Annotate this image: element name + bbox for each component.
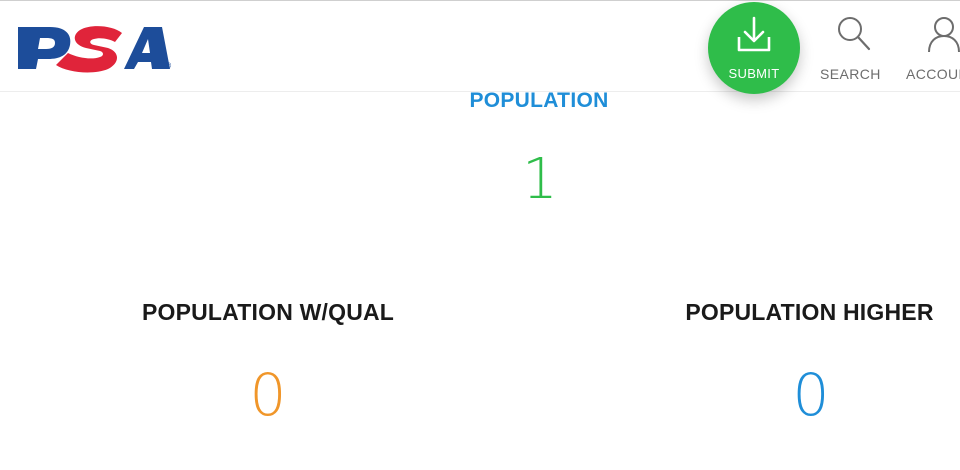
- population-qual-label: POPULATION W/QUAL: [141, 299, 395, 325]
- search-button[interactable]: SEARCH: [820, 15, 890, 85]
- psa-logo-icon: [18, 26, 170, 73]
- population-value: 1: [522, 147, 558, 212]
- psa-logo[interactable]: [16, 19, 178, 77]
- search-label: SEARCH: [820, 66, 881, 82]
- magnifier-icon: [838, 17, 871, 51]
- population-title: POPULATION: [469, 89, 609, 112]
- page: ® SUBMIT SEARCH ACCOUNT POPULATION 1: [0, 0, 960, 470]
- user-icon: [928, 17, 960, 53]
- submit-button[interactable]: SUBMIT: [708, 2, 800, 94]
- population-qual-value: 0: [249, 361, 287, 429]
- population-higher-value: 0: [792, 361, 830, 429]
- submit-label: SUBMIT: [728, 66, 780, 81]
- registered-mark: ®: [166, 63, 172, 70]
- download-tray-icon: [737, 16, 771, 52]
- account-button[interactable]: ACCOUNT: [906, 15, 960, 85]
- account-label: ACCOUNT: [906, 66, 960, 82]
- population-higher-label: POPULATION HIGHER: [685, 299, 934, 325]
- site-header: ® SUBMIT SEARCH ACCOUNT: [0, 1, 960, 94]
